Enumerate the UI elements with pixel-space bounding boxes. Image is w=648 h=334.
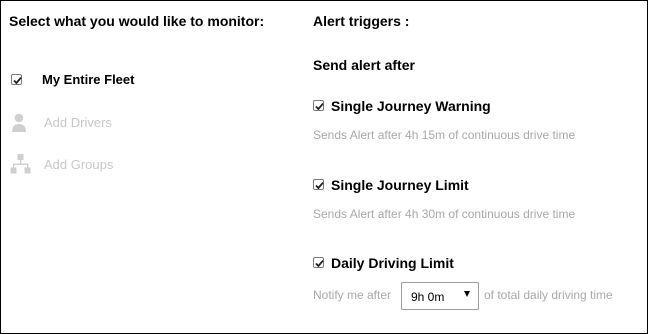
daily-driving-limit-checkbox[interactable] — [313, 257, 324, 268]
hierarchy-icon — [10, 153, 32, 175]
checkmark-icon — [315, 103, 324, 111]
alert-triggers-panel: Alert triggers : Send alert after Single… — [301, 2, 645, 332]
duration-select-value: 9h 0m — [411, 290, 445, 304]
send-alert-after-heading: Send alert after — [313, 57, 415, 73]
chevron-down-icon — [464, 291, 470, 297]
add-drivers-link[interactable]: Add Drivers — [44, 115, 112, 130]
single-journey-limit-description: Sends Alert after 4h 30m of continuous d… — [313, 207, 576, 221]
notify-prefix-text: Notify me after — [313, 288, 392, 302]
alert-triggers-heading: Alert triggers : — [313, 13, 410, 29]
daily-driving-limit-label[interactable]: Daily Driving Limit — [331, 255, 454, 271]
entire-fleet-label[interactable]: My Entire Fleet — [42, 72, 134, 87]
person-icon — [11, 113, 27, 133]
single-journey-warning-checkbox[interactable] — [313, 100, 324, 111]
checkmark-icon — [315, 260, 324, 268]
notify-suffix-text: of total daily driving time — [484, 288, 613, 302]
checkmark-icon — [13, 77, 22, 85]
single-journey-warning-description: Sends Alert after 4h 15m of continuous d… — [313, 128, 576, 142]
single-journey-warning-label[interactable]: Single Journey Warning — [331, 98, 491, 114]
add-groups-link[interactable]: Add Groups — [44, 157, 113, 172]
monitor-heading: Select what you would like to monitor: — [9, 13, 265, 29]
monitor-selection-panel: Select what you would like to monitor: M… — [2, 2, 297, 332]
single-journey-limit-label[interactable]: Single Journey Limit — [331, 177, 469, 193]
daily-driving-duration-select[interactable]: 9h 0m — [401, 282, 479, 310]
entire-fleet-checkbox[interactable] — [11, 74, 22, 85]
monitor-alert-panel: Select what you would like to monitor: M… — [0, 0, 648, 334]
checkmark-icon — [315, 182, 324, 190]
single-journey-limit-checkbox[interactable] — [313, 179, 324, 190]
